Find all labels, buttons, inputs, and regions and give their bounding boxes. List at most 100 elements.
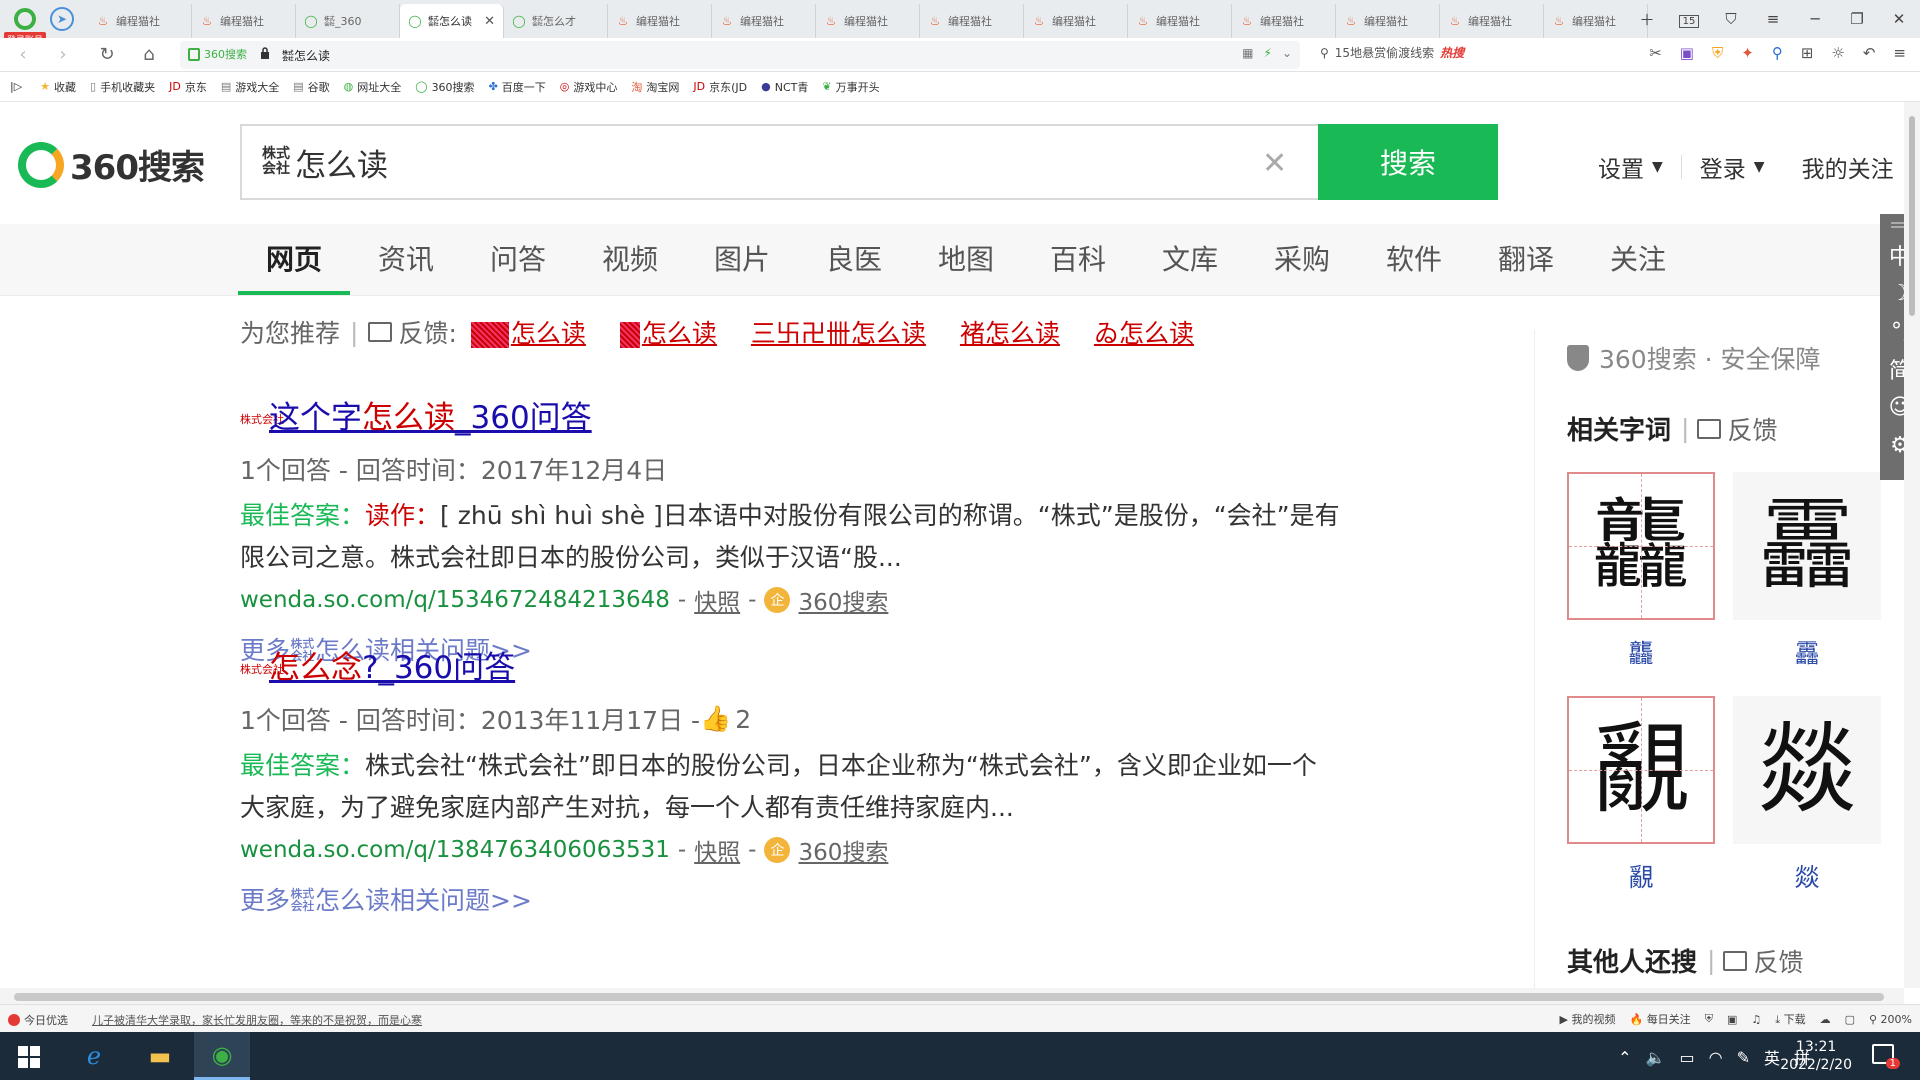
- battery-icon[interactable]: ▭: [1679, 1048, 1694, 1067]
- clear-icon[interactable]: ✕: [1262, 146, 1287, 181]
- char-label[interactable]: 覶: [1567, 858, 1715, 894]
- game-icon[interactable]: ✦: [1741, 44, 1754, 62]
- tab-5[interactable]: 良医: [826, 238, 882, 278]
- char-card[interactable]: 燚 燚: [1733, 696, 1881, 892]
- more-questions-link[interactable]: 更多㍿怎么读相关问题>>: [240, 881, 1340, 917]
- recommend-item[interactable]: ゐ怎么读: [1094, 314, 1194, 350]
- magnifier-icon[interactable]: ⚲: [1772, 44, 1783, 62]
- wifi-icon[interactable]: ◠: [1709, 1048, 1723, 1067]
- browser-tab[interactable]: ♨ 编程猫社: [1440, 4, 1544, 38]
- tab-2[interactable]: 问答: [490, 238, 546, 278]
- browser-tab[interactable]: ♨ 编程猫社: [1024, 4, 1128, 38]
- feedback-link[interactable]: 反馈:: [368, 314, 457, 350]
- 360-browser-taskbar-icon[interactable]: ◉: [194, 1032, 250, 1080]
- daily-follow-link[interactable]: 🔥 每日关注: [1629, 1011, 1690, 1027]
- bookmark-item[interactable]: JD 京东: [169, 79, 207, 95]
- char-card[interactable]: 龘 龘: [1567, 472, 1715, 668]
- minimize-button[interactable]: ─: [1794, 10, 1836, 28]
- browser-tab[interactable]: ◯ ㍿_360: [296, 4, 400, 38]
- bookmarks-toggle[interactable]: |▷: [10, 80, 26, 93]
- vertical-scrollbar[interactable]: [1904, 102, 1920, 988]
- tab-7[interactable]: 百科: [1050, 238, 1106, 278]
- feedback-link[interactable]: | 反馈: [1707, 943, 1803, 979]
- hamburger-menu-icon[interactable]: ≡: [1893, 44, 1906, 62]
- thumbs-up-icon[interactable]: 👍: [700, 704, 731, 734]
- browser-tab[interactable]: ♨ 编程猫社: [816, 4, 920, 38]
- browser-tab[interactable]: ♨ 编程猫社: [1128, 4, 1232, 38]
- browser-tab[interactable]: ♨ 编程猫社: [920, 4, 1024, 38]
- tab-8[interactable]: 文库: [1162, 238, 1218, 278]
- shield-ext-icon[interactable]: ⛨: [1712, 44, 1723, 62]
- settings-link[interactable]: 设置 ▼: [1598, 150, 1663, 184]
- scroll-thumb[interactable]: [1909, 116, 1915, 316]
- tab-1[interactable]: 资讯: [378, 238, 434, 278]
- recommend-item[interactable]: 褚怎么读: [960, 314, 1060, 350]
- back-button[interactable]: ‹: [12, 44, 34, 66]
- browser-tab[interactable]: ♨ 编程猫社: [192, 4, 296, 38]
- result-title-link[interactable]: 株式会社怎么念?_360问答: [240, 642, 1340, 687]
- bookmark-item[interactable]: ▯ 手机收藏夹: [90, 79, 155, 95]
- tab-count-button[interactable]: 15: [1668, 10, 1710, 28]
- brightness-icon[interactable]: ☼: [1831, 44, 1844, 62]
- snapshot-link[interactable]: 快照: [694, 583, 740, 617]
- result-title-link[interactable]: 株式会社这个字怎么读_360问答: [240, 392, 1340, 437]
- pen-icon[interactable]: ✎: [1737, 1048, 1750, 1067]
- qr-icon[interactable]: ▦: [1242, 46, 1253, 60]
- search-input[interactable]: 株式会社 怎么读: [240, 124, 1318, 200]
- bookmark-item[interactable]: ◯ 360搜索: [415, 79, 474, 95]
- security-indicator[interactable]: 360搜索: [188, 46, 247, 62]
- recommend-item[interactable]: 怎么读: [470, 314, 586, 350]
- screenshot-icon[interactable]: ▣: [1727, 1013, 1737, 1026]
- shield-status-icon[interactable]: ⛨: [1705, 1012, 1713, 1026]
- undo-icon[interactable]: ↶: [1863, 44, 1876, 62]
- tab-11[interactable]: 翻译: [1498, 238, 1554, 278]
- navigation-icon[interactable]: ➤: [50, 7, 74, 31]
- tab-3[interactable]: 视频: [602, 238, 658, 278]
- browser-tab[interactable]: ◯ ㍿怎么读 ✕: [400, 4, 504, 38]
- char-label[interactable]: 龘: [1567, 634, 1715, 670]
- cite-url[interactable]: wenda.so.com/q/1384763406063531: [240, 837, 670, 863]
- volume-icon[interactable]: 🔈: [1646, 1048, 1666, 1067]
- translate-icon[interactable]: ▣: [1680, 44, 1694, 62]
- apps-grid-icon[interactable]: ⊞: [1801, 44, 1814, 62]
- snapshot-link[interactable]: 快照: [694, 833, 740, 867]
- scroll-thumb[interactable]: [14, 993, 1884, 1001]
- source-link[interactable]: 360搜索: [798, 833, 888, 867]
- tab-0[interactable]: 网页: [266, 238, 322, 278]
- news-ticker-link[interactable]: 儿子被清华大学录取，家长忙发朋友圈，等来的不是祝贺，而是心寒: [92, 1012, 422, 1028]
- bookmark-item[interactable]: ◎ 游戏中心: [560, 79, 618, 95]
- speed-icon[interactable]: ⚡: [1264, 46, 1272, 60]
- restore-button[interactable]: ❐: [1836, 10, 1878, 28]
- browser-tab[interactable]: ◯ ㍿怎么才: [504, 4, 608, 38]
- browser-tab[interactable]: ♨ 编程猫社: [1232, 4, 1336, 38]
- recommend-item[interactable]: 三卐卍卌怎么读: [751, 314, 926, 350]
- bookmark-item[interactable]: ★ 收藏: [40, 79, 76, 95]
- tab-10[interactable]: 软件: [1386, 238, 1442, 278]
- tab-6[interactable]: 地图: [938, 238, 994, 278]
- char-card[interactable]: 覶 覶: [1567, 696, 1715, 892]
- bookmark-item[interactable]: ◍ 网址大全: [344, 79, 402, 95]
- ie-icon[interactable]: ℯ: [66, 1032, 122, 1080]
- scissors-icon[interactable]: ✂: [1649, 44, 1662, 62]
- window-icon[interactable]: ▢: [1845, 1013, 1855, 1026]
- windows-start-icon[interactable]: [18, 1046, 40, 1068]
- browser-logo[interactable]: 登录账号: [4, 4, 47, 47]
- cite-url[interactable]: wenda.so.com/q/1534672484213648: [240, 587, 670, 613]
- shirt-skin-icon[interactable]: ⛉: [1710, 10, 1752, 28]
- today-pick-link[interactable]: 今日优选: [24, 1012, 68, 1028]
- recommend-item[interactable]: 怎么读: [619, 314, 717, 350]
- bookmark-item[interactable]: ✤ 百度一下: [489, 79, 546, 95]
- bookmark-item[interactable]: ● NCT青: [761, 79, 808, 95]
- site-logo[interactable]: 360搜索: [18, 140, 205, 189]
- clock[interactable]: 13:21 2022/2/20: [1780, 1038, 1852, 1074]
- browser-tab[interactable]: ♨ 编程猫社: [88, 4, 192, 38]
- url-bar[interactable]: 360搜索 ㍿怎么读 ▦ ⚡ ⌄: [180, 41, 1300, 69]
- my-follow-link[interactable]: 我的关注: [1802, 150, 1894, 184]
- horizontal-scrollbar[interactable]: [0, 988, 1904, 1004]
- reload-button[interactable]: ↻: [96, 44, 118, 66]
- feedback-link[interactable]: | 反馈: [1681, 411, 1777, 447]
- source-link[interactable]: 360搜索: [798, 583, 888, 617]
- bookmark-item[interactable]: ▤ 游戏大全: [221, 79, 279, 95]
- char-label[interactable]: 燚: [1733, 858, 1881, 894]
- home-button[interactable]: ⌂: [138, 44, 160, 66]
